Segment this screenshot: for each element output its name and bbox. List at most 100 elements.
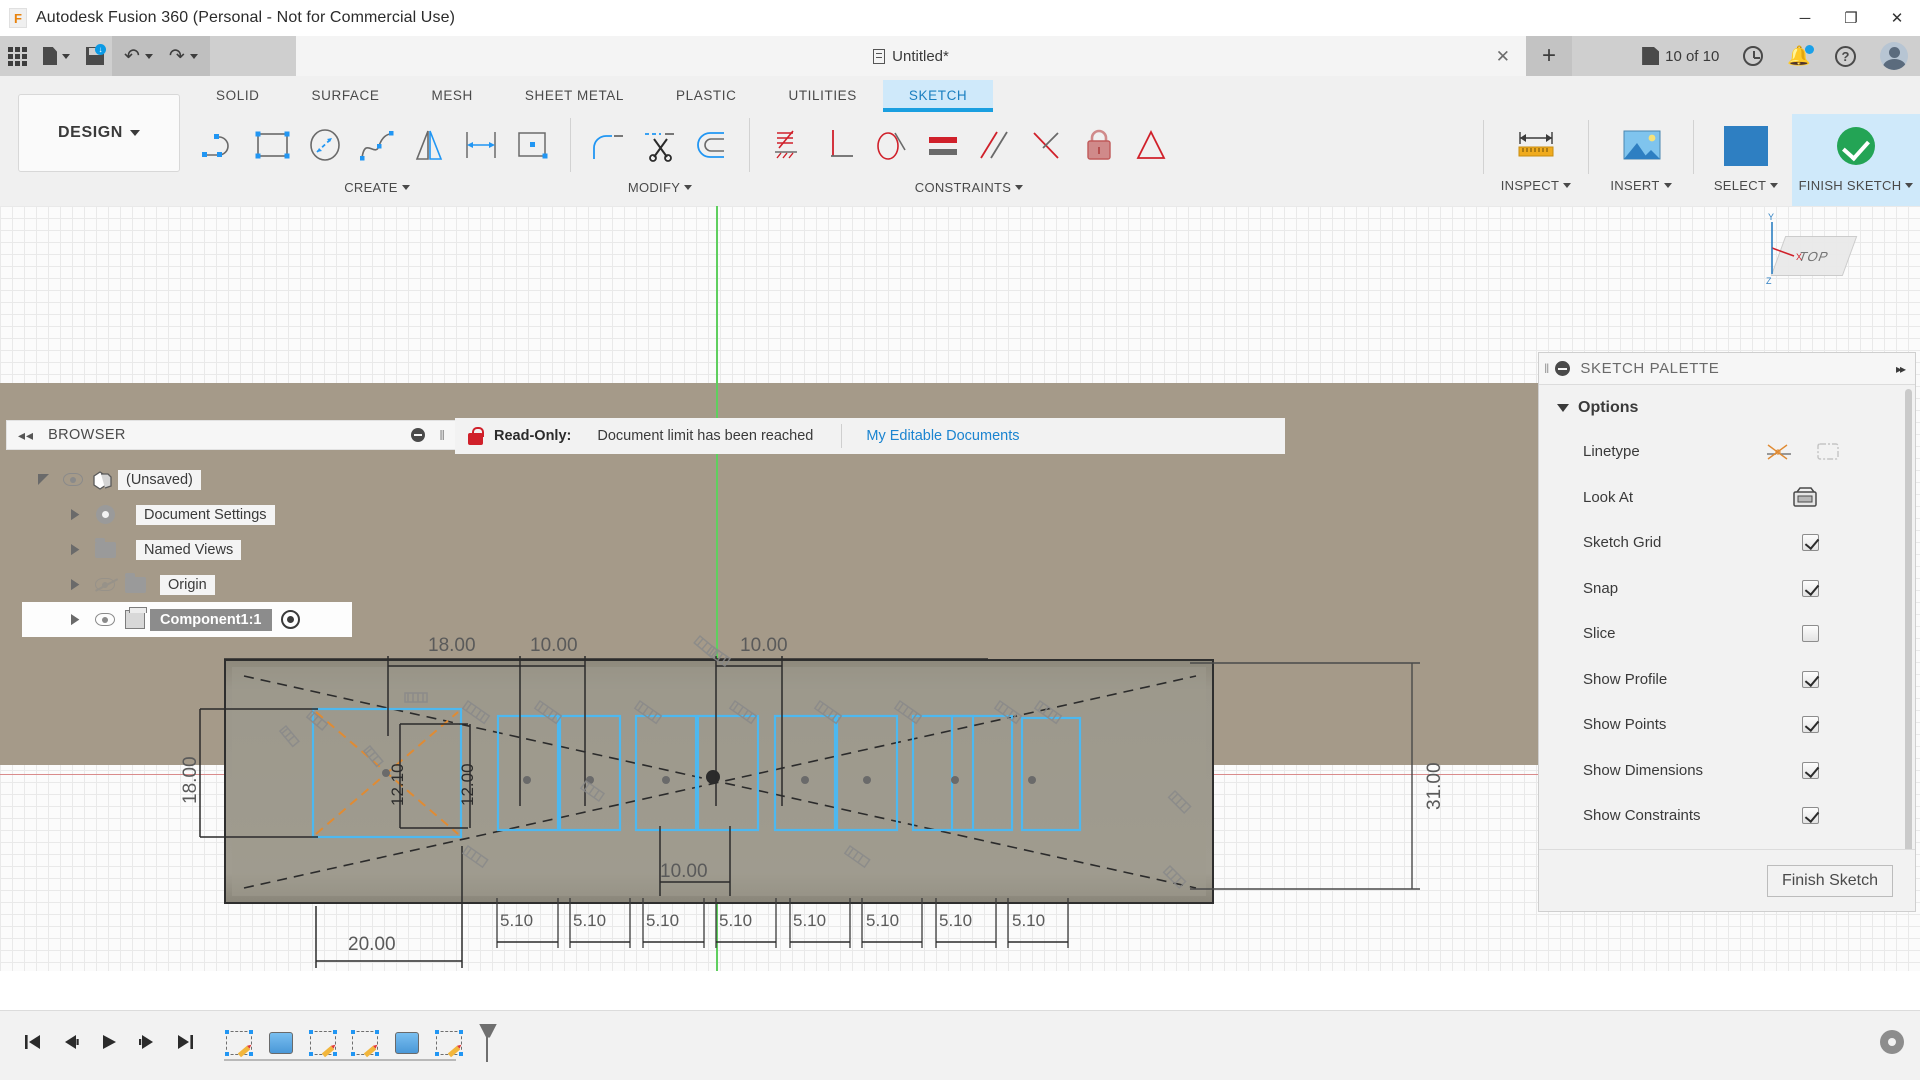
dimension-icon[interactable] — [455, 117, 507, 173]
spline-icon[interactable] — [351, 117, 403, 173]
expand-arrow-icon[interactable] — [71, 544, 80, 556]
timeline-settings-gear-icon[interactable] — [1880, 1029, 1904, 1054]
fillet-icon[interactable] — [582, 117, 634, 173]
view-cube[interactable]: TOP Y X Z — [1766, 212, 1860, 286]
show-points-checkbox[interactable] — [1802, 716, 1819, 734]
close-tab-icon[interactable]: ✕ — [1496, 47, 1510, 67]
timeline-item-sketch[interactable] — [428, 1022, 470, 1064]
tab-sketch[interactable]: SKETCH — [882, 80, 994, 112]
activate-component-radio[interactable] — [280, 610, 300, 629]
visibility-eye-icon[interactable] — [95, 613, 115, 626]
dim-top-1[interactable]: 18.00 — [428, 635, 476, 657]
expand-arrow-icon[interactable] — [71, 579, 80, 591]
timeline-playhead[interactable] — [474, 1020, 500, 1064]
panel-insert[interactable]: INSERT — [1595, 114, 1687, 206]
dim-small-1[interactable]: 5.10 — [500, 911, 533, 931]
expand-arrow-icon[interactable] — [71, 509, 80, 521]
expand-arrow-icon[interactable] — [71, 614, 80, 626]
fix-unfix-lock-icon[interactable] — [1073, 117, 1125, 173]
timeline-item-extrude[interactable] — [386, 1022, 428, 1064]
help-button[interactable]: ? — [1823, 36, 1868, 76]
options-section-header[interactable]: Options — [1539, 385, 1915, 429]
tab-surface[interactable]: SURFACE — [286, 80, 406, 109]
tab-mesh[interactable]: MESH — [405, 80, 498, 109]
new-tab-button[interactable]: + — [1526, 36, 1572, 76]
palette-scrollbar[interactable] — [1905, 389, 1912, 849]
tangent-icon[interactable] — [865, 117, 917, 173]
dim-left-vertical[interactable]: 18.00 — [180, 756, 202, 804]
expand-arrow-icon[interactable] — [37, 474, 49, 485]
panel-inspect[interactable]: INSPECT — [1490, 114, 1582, 206]
finish-sketch-button[interactable]: Finish Sketch — [1766, 864, 1893, 897]
parallel-icon[interactable] — [969, 117, 1021, 173]
minimize-button[interactable]: ─ — [1782, 0, 1828, 36]
look-at-icon[interactable] — [1791, 485, 1819, 509]
midpoint-icon[interactable] — [1021, 117, 1073, 173]
tab-plastic[interactable]: PLASTIC — [650, 80, 762, 109]
panel-finish-sketch[interactable]: FINISH SKETCH — [1792, 114, 1920, 206]
redo-icon[interactable]: ↷ — [161, 36, 206, 76]
show-constraints-checkbox[interactable] — [1802, 807, 1819, 825]
timeline-item-sketch[interactable] — [344, 1022, 386, 1064]
rectangle-icon[interactable] — [247, 117, 299, 173]
recent-activity-button[interactable] — [1731, 36, 1775, 76]
offset-icon[interactable] — [686, 117, 738, 173]
tab-solid[interactable]: SOLID — [190, 80, 286, 109]
tree-node-named-views[interactable]: Named Views — [22, 532, 352, 567]
dim-top-3[interactable]: 10.00 — [740, 635, 788, 657]
snap-checkbox[interactable] — [1802, 579, 1819, 597]
tab-sheet-metal[interactable]: SHEET METAL — [499, 80, 650, 109]
panel-modify-title[interactable]: MODIFY — [577, 176, 743, 198]
undo-icon[interactable]: ↶ — [116, 36, 161, 76]
maximize-button[interactable]: ❐ — [1828, 0, 1874, 36]
sketch-grid-checkbox[interactable] — [1802, 534, 1819, 552]
workspace-switcher[interactable]: DESIGN — [18, 94, 180, 172]
dim-inner-2[interactable]: 12.00 — [458, 763, 478, 806]
dim-small-7[interactable]: 5.10 — [939, 911, 972, 931]
panel-create-title[interactable]: CREATE — [190, 176, 564, 198]
notifications-button[interactable]: 🔔 — [1775, 36, 1823, 76]
perpendicular-icon[interactable] — [813, 117, 865, 173]
collapse-browser-icon[interactable]: ◂◂ — [18, 427, 34, 444]
editable-docs-counter[interactable]: 10 of 10 — [1630, 36, 1731, 76]
line-icon[interactable] — [195, 117, 247, 173]
palette-grip-handle[interactable]: ‖ — [1544, 361, 1549, 376]
visibility-eye-off-icon[interactable] — [95, 578, 115, 591]
dim-small-4[interactable]: 5.10 — [719, 911, 752, 931]
show-profile-checkbox[interactable] — [1802, 670, 1819, 688]
equal-icon[interactable] — [917, 117, 969, 173]
save-icon[interactable]: ↓ — [78, 36, 112, 76]
dim-small-8[interactable]: 5.10 — [1012, 911, 1045, 931]
expand-palette-icon[interactable]: ▸▸ — [1896, 362, 1906, 376]
tab-utilities[interactable]: UTILITIES — [762, 80, 882, 109]
panel-select[interactable]: SELECT — [1700, 114, 1792, 206]
tree-node-unsaved[interactable]: (Unsaved) — [22, 462, 352, 497]
construction-line-icon[interactable] — [1765, 440, 1793, 464]
coincident-icon[interactable] — [761, 117, 813, 173]
symmetry-icon[interactable] — [1125, 117, 1177, 173]
extruded-body[interactable] — [224, 659, 1214, 904]
play-icon[interactable] — [90, 1021, 128, 1063]
timeline-item-extrude[interactable] — [260, 1022, 302, 1064]
skip-to-start-icon[interactable] — [14, 1021, 52, 1063]
close-button[interactable]: ✕ — [1874, 0, 1920, 36]
new-document-icon[interactable] — [35, 36, 78, 76]
browser-grip-handle[interactable]: ‖ — [439, 427, 445, 443]
step-forward-icon[interactable] — [128, 1021, 166, 1063]
rectangular-pattern-icon[interactable] — [507, 117, 559, 173]
dim-right-vertical[interactable]: 31.00 — [1424, 762, 1446, 810]
dim-top-2[interactable]: 10.00 — [530, 635, 578, 657]
circle-icon[interactable] — [299, 117, 351, 173]
dim-small-5[interactable]: 5.10 — [793, 911, 826, 931]
account-button[interactable] — [1868, 36, 1920, 76]
visibility-eye-icon[interactable] — [63, 473, 83, 486]
slice-checkbox[interactable] — [1802, 625, 1819, 643]
dim-bottom-left[interactable]: 20.00 — [348, 934, 396, 956]
minimize-palette-icon[interactable] — [1555, 361, 1571, 376]
apps-grid-icon[interactable] — [0, 36, 35, 76]
dim-inner-1[interactable]: 12.10 — [388, 763, 408, 806]
tree-node-origin[interactable]: Origin — [22, 567, 352, 602]
my-editable-documents-link[interactable]: My Editable Documents — [866, 428, 1019, 444]
trim-scissors-icon[interactable] — [634, 117, 686, 173]
tree-node-document-settings[interactable]: Document Settings — [22, 497, 352, 532]
